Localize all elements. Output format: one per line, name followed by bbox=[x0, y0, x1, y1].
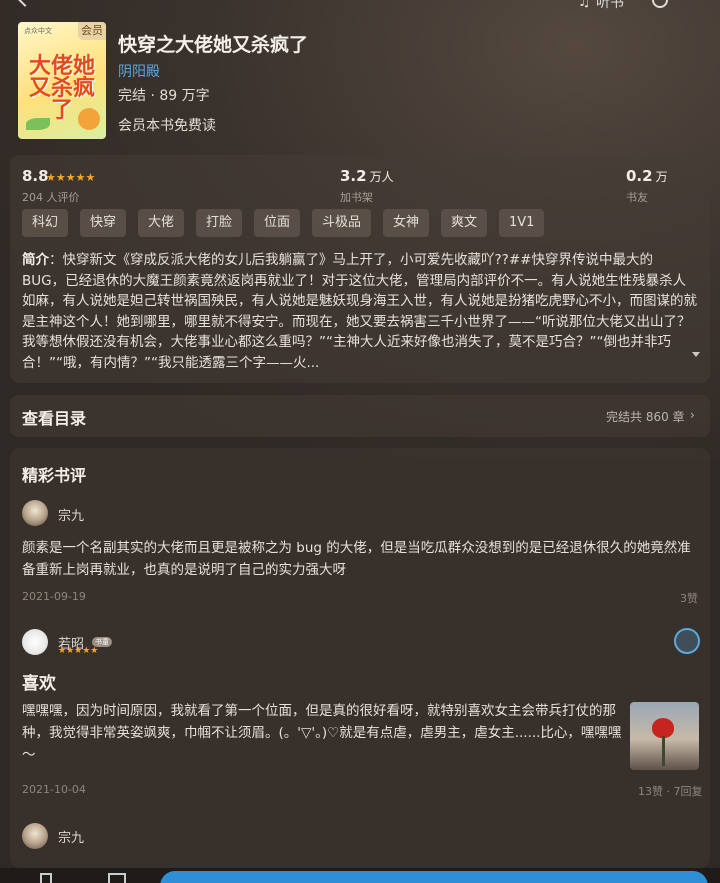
rose-image-art bbox=[652, 718, 674, 738]
chapter-count[interactable]: 完结共 860 章 bbox=[606, 408, 685, 425]
review-date: 2021-10-04 bbox=[22, 783, 86, 796]
review-likes[interactable]: 3赞 bbox=[680, 590, 698, 606]
vip-badge: 会员 bbox=[78, 22, 106, 40]
expand-icon[interactable] bbox=[692, 352, 700, 357]
shelf-label: 加书架 bbox=[340, 191, 373, 204]
review-heading[interactable]: 喜欢 bbox=[22, 669, 56, 694]
friends-label: 书友 bbox=[626, 191, 648, 204]
tag-chip[interactable]: 大佬 bbox=[138, 209, 185, 237]
cover-fruit-art bbox=[78, 108, 100, 130]
review-date: 2021-09-19 bbox=[22, 590, 86, 603]
rose-stem-art bbox=[662, 736, 665, 766]
rating-count[interactable]: 204 人评价 bbox=[22, 189, 80, 205]
avatar[interactable] bbox=[22, 500, 48, 526]
toc-title[interactable]: 查看目录 bbox=[22, 405, 86, 429]
reviews-section bbox=[10, 448, 710, 868]
tag-chip[interactable]: 位面 bbox=[254, 209, 301, 237]
tag-chip[interactable]: 快穿 bbox=[80, 209, 127, 237]
author-link[interactable]: 阴阳殿 bbox=[118, 61, 160, 81]
rating-value: 8.8 bbox=[22, 167, 49, 185]
review-username[interactable]: 宗九 bbox=[58, 505, 84, 524]
more-icon[interactable] bbox=[652, 0, 668, 8]
user-rating-stars: ★★★★★ bbox=[58, 646, 99, 656]
chevron-left-icon[interactable] bbox=[15, 0, 35, 7]
intro-label: 简介 bbox=[22, 252, 49, 268]
review-likes-replies[interactable]: 13赞 · 7回复 bbox=[638, 783, 703, 799]
table-of-contents-row[interactable] bbox=[10, 395, 710, 437]
review-text[interactable]: 颜素是一个名副其实的大佬而且更是被称之为 bug 的大佬，但是当吃瓜群众没想到的… bbox=[22, 537, 702, 581]
cover-publisher: 点众中文 bbox=[24, 27, 52, 35]
rating-stars: ★★★★★ bbox=[46, 171, 96, 184]
tag-chip[interactable]: 爽文 bbox=[441, 209, 488, 237]
vip-free-notice: 会员本书免费读 bbox=[118, 118, 216, 134]
book-intro[interactable]: 简介：快穿新文《穿成反派大佬的女儿后我躺赢了》马上开了，小可爱先收藏吖??##快… bbox=[22, 250, 698, 371]
tag-chip[interactable]: 斗极品 bbox=[312, 209, 372, 237]
headphones-icon[interactable]: ♫ bbox=[578, 0, 591, 10]
avatar[interactable] bbox=[22, 629, 48, 655]
review-text[interactable]: 嘿嘿嘿，因为时间原因，我就看了第一个位面，但是真的很好看呀，就特别喜欢女主会带兵… bbox=[22, 700, 622, 766]
shelf-value: 3.2 bbox=[340, 167, 367, 185]
intro-text: ：快穿新文《穿成反派大佬的女儿后我躺赢了》马上开了，小可爱先收藏吖??##快穿界… bbox=[22, 252, 697, 371]
friends-value: 0.2 bbox=[626, 167, 653, 185]
read-button[interactable] bbox=[160, 871, 708, 883]
avatar[interactable] bbox=[22, 823, 48, 849]
listen-button[interactable]: 听书 bbox=[596, 0, 624, 12]
shelf-stat: 3.2 万人 bbox=[340, 167, 394, 185]
friends-unit: 万 bbox=[655, 170, 668, 184]
book-status: 完结 · 89 万字 bbox=[118, 88, 210, 104]
top-bar: ♫ 听书 bbox=[0, 0, 720, 14]
book-title: 快穿之大佬她又杀疯了 bbox=[118, 34, 309, 56]
cover-leaf-art bbox=[26, 118, 50, 130]
tag-chip[interactable]: 1V1 bbox=[499, 209, 545, 237]
catalog-icon[interactable] bbox=[108, 873, 126, 883]
tag-chip[interactable]: 女神 bbox=[383, 209, 430, 237]
tag-chip[interactable]: 科幻 bbox=[22, 209, 69, 237]
chevron-right-icon[interactable]: › bbox=[690, 408, 695, 422]
featured-seal-icon bbox=[674, 628, 700, 654]
tag-chip[interactable]: 打脸 bbox=[196, 209, 243, 237]
friends-stat[interactable]: 0.2 万 bbox=[626, 167, 668, 185]
bookshelf-icon[interactable] bbox=[40, 873, 52, 883]
reviews-title: 精彩书评 bbox=[22, 466, 87, 485]
review-username[interactable]: 宗九 bbox=[58, 827, 84, 846]
review-image[interactable] bbox=[630, 702, 699, 770]
shelf-unit: 万人 bbox=[369, 170, 394, 184]
